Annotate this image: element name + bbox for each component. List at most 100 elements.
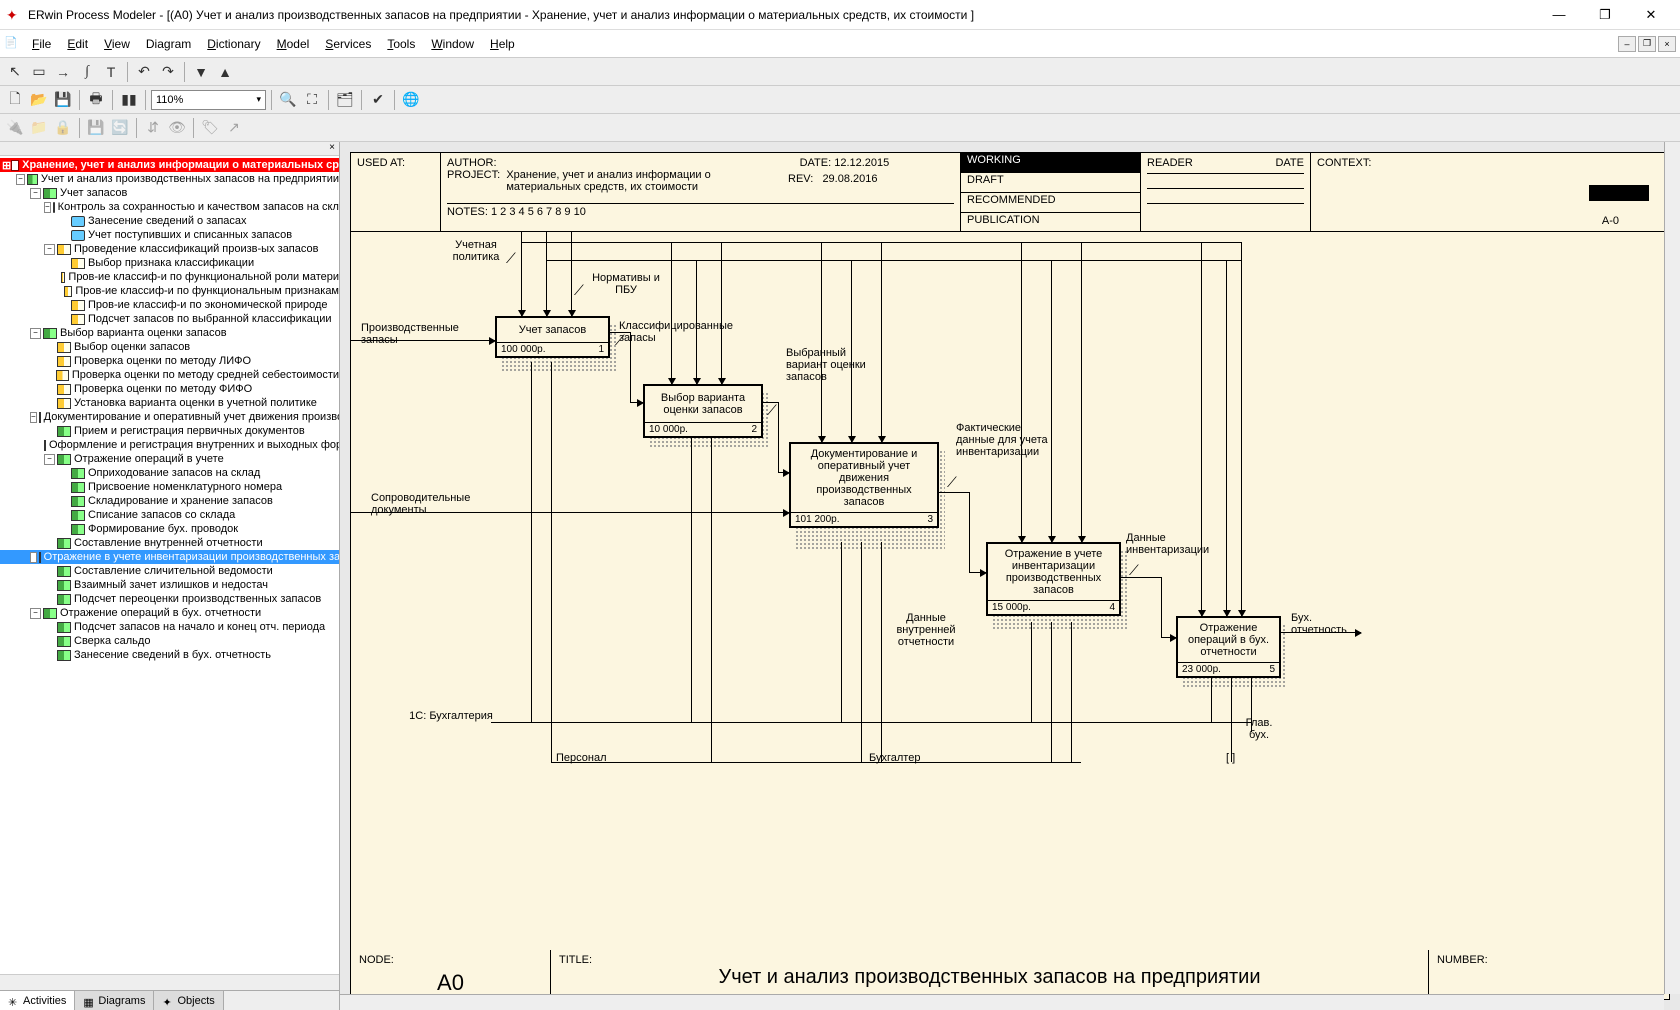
- tree-node[interactable]: −Контроль за сохранностью и качеством за…: [0, 200, 339, 214]
- menu-help[interactable]: Help: [482, 33, 523, 55]
- menu-edit[interactable]: Edit: [59, 33, 96, 55]
- arrow-tool[interactable]: →: [52, 61, 74, 83]
- zoom-combo[interactable]: 110%: [151, 90, 266, 110]
- idef-canvas-area[interactable]: Учетная политика Нормативы и ПБУ Произво…: [350, 232, 1670, 960]
- canvas-v-scrollbar[interactable]: [1664, 142, 1680, 994]
- mdi-minimize[interactable]: –: [1618, 36, 1636, 52]
- tree-node[interactable]: Присвоение номенклатурного номера: [0, 480, 339, 494]
- text-tool[interactable]: T: [100, 61, 122, 83]
- mdi-restore[interactable]: ❐: [1638, 36, 1656, 52]
- tree-node[interactable]: Подсчет переоценки производственных запа…: [0, 592, 339, 606]
- activity-tree[interactable]: ⊞Хранение, учет и анализ информации о ма…: [0, 156, 339, 974]
- spell-check-button[interactable]: ✔: [367, 89, 389, 111]
- menu-file[interactable]: File: [24, 33, 59, 55]
- tree-node[interactable]: Составление сличительной ведомости: [0, 564, 339, 578]
- tree-node[interactable]: Установка варианта оценки в учетной поли…: [0, 396, 339, 410]
- tree-node[interactable]: Прием и регистрация первичных документов: [0, 424, 339, 438]
- minimize-button[interactable]: —: [1536, 0, 1582, 30]
- tree-node[interactable]: Составление внутренней отчетности: [0, 536, 339, 550]
- model-explorer-button[interactable]: 🗂: [334, 89, 356, 111]
- mm-version[interactable]: 🏷: [199, 117, 221, 139]
- menu-window[interactable]: Window: [423, 33, 482, 55]
- tree-node[interactable]: Пров-ие классиф-и по функциональной роли…: [0, 270, 339, 284]
- tree-node[interactable]: Сверка сальдо: [0, 634, 339, 648]
- box-dokumentirovanie[interactable]: Документирование и оперативный учет движ…: [789, 442, 939, 528]
- label-glavbukh: Глав. бух.: [1239, 717, 1279, 741]
- maximize-button[interactable]: ❐: [1582, 0, 1628, 30]
- mm-connect[interactable]: 🔌: [4, 117, 26, 139]
- tree-node[interactable]: Проверка оценки по методу ЛИФО: [0, 354, 339, 368]
- tree-node[interactable]: Оприходование запасов на склад: [0, 466, 339, 480]
- tree-node[interactable]: −Отражение операций в учете: [0, 452, 339, 466]
- open-button[interactable]: 📂: [28, 89, 50, 111]
- tab-activities[interactable]: ✳Activities: [0, 991, 75, 1010]
- menu-tools[interactable]: Tools: [379, 33, 423, 55]
- mm-open[interactable]: 📁: [28, 117, 50, 139]
- zoom-in-button[interactable]: 🔍: [277, 89, 299, 111]
- mm-refresh[interactable]: 🔄: [109, 117, 131, 139]
- tab-diagrams[interactable]: ▦Diagrams: [75, 991, 154, 1010]
- tree-node[interactable]: Взаимный зачет излишков и недостач: [0, 578, 339, 592]
- tree-node[interactable]: Проверка оценки по методу средней себест…: [0, 368, 339, 382]
- tree-node[interactable]: Проверка оценки по методу ФИФО: [0, 382, 339, 396]
- box-otrazhenie-bukh[interactable]: Отражение операций в бух. отчетности 23 …: [1176, 616, 1281, 678]
- tree-node[interactable]: −Проведение классификаций произв-ых запа…: [0, 242, 339, 256]
- diagram-canvas[interactable]: USED AT: AUTHOR: DATE: 12.12.2015 PROJEC…: [340, 142, 1680, 1010]
- tree-node[interactable]: −Отражение операций в бух. отчетности: [0, 606, 339, 620]
- tree-node[interactable]: Занесение сведений в бух. отчетность: [0, 648, 339, 662]
- tree-node[interactable]: Складирование и хранение запасов: [0, 494, 339, 508]
- tree-node[interactable]: Пров-ие классиф-и по функциональным приз…: [0, 284, 339, 298]
- mm-submit[interactable]: ↗: [223, 117, 245, 139]
- tree-node[interactable]: Учет поступивших и списанных запасов: [0, 228, 339, 242]
- save-button[interactable]: 💾: [52, 89, 74, 111]
- tree-node[interactable]: Занесение сведений о запасах: [0, 214, 339, 228]
- tree-root[interactable]: ⊞Хранение, учет и анализ информации о ма…: [0, 158, 339, 172]
- menu-dictionary[interactable]: Dictionary: [199, 33, 268, 55]
- activity-box-tool[interactable]: ▭: [28, 61, 50, 83]
- squiggle-tool[interactable]: ∫: [76, 61, 98, 83]
- tree-close-button[interactable]: ×: [0, 142, 339, 156]
- menu-model[interactable]: Model: [269, 33, 318, 55]
- tree-node[interactable]: −Документирование и оперативный учет дви…: [0, 410, 339, 424]
- print-button[interactable]: 🖶: [85, 89, 107, 111]
- report-button[interactable]: ▮▮: [118, 89, 140, 111]
- label-proizv-zapasy: Производственные запасы: [361, 322, 481, 346]
- menu-diagram[interactable]: Diagram: [138, 33, 199, 55]
- box-uchet-zapasov[interactable]: Учет запасов 100 000р.1: [495, 316, 610, 358]
- tree-node[interactable]: Списание запасов со склада: [0, 508, 339, 522]
- tree-node[interactable]: Подсчет запасов по выбранной классификац…: [0, 312, 339, 326]
- box-otrazhenie-invent[interactable]: Отражение в учете инвентаризации произво…: [986, 542, 1121, 616]
- redo-button[interactable]: ↷: [157, 61, 179, 83]
- goto-parent-button[interactable]: ▲: [214, 61, 236, 83]
- tree-node[interactable]: −Выбор варианта оценки запасов: [0, 326, 339, 340]
- tree-h-scrollbar[interactable]: [0, 974, 339, 990]
- tree-node[interactable]: −Учет и анализ производственных запасов …: [0, 172, 339, 186]
- close-button[interactable]: ✕: [1628, 0, 1674, 30]
- new-button[interactable]: 🗋: [4, 89, 26, 111]
- undo-button[interactable]: ↶: [133, 61, 155, 83]
- label-dannye-invent: Данные инвентаризации: [1126, 532, 1236, 556]
- tree-node[interactable]: Подсчет запасов на начало и конец отч. п…: [0, 620, 339, 634]
- tree-node[interactable]: Формирование бух. проводок: [0, 522, 339, 536]
- goto-child-button[interactable]: ▼: [190, 61, 212, 83]
- mm-save[interactable]: 💾: [85, 117, 107, 139]
- mm-review[interactable]: 👁: [166, 117, 188, 139]
- tree-node[interactable]: Оформление и регистрация внутренних и вы…: [0, 438, 339, 452]
- menu-view[interactable]: View: [96, 33, 138, 55]
- tree-node[interactable]: Выбор оценки запасов: [0, 340, 339, 354]
- pointer-tool[interactable]: ↖: [4, 61, 26, 83]
- menu-services[interactable]: Services: [317, 33, 379, 55]
- tree-node[interactable]: Выбор признака классификации: [0, 256, 339, 270]
- canvas-h-scrollbar[interactable]: [340, 994, 1664, 1010]
- tree-node[interactable]: Пров-ие классиф-и по экономической приро…: [0, 298, 339, 312]
- mdi-close[interactable]: ×: [1658, 36, 1676, 52]
- tree-node[interactable]: −Учет запасов: [0, 186, 339, 200]
- mm-merge[interactable]: ⇵: [142, 117, 164, 139]
- tree-node-selected[interactable]: −Отражение в учете инвентаризации произв…: [0, 550, 339, 564]
- label-normativy: Нормативы и ПБУ: [581, 272, 671, 296]
- tab-objects[interactable]: ✦Objects: [154, 991, 223, 1010]
- globe-button[interactable]: 🌐: [400, 89, 422, 111]
- mm-lock[interactable]: 🔒: [52, 117, 74, 139]
- zoom-fit-button[interactable]: ⛶: [301, 89, 323, 111]
- box-vybor-varianta[interactable]: Выбор варианта оценки запасов 10 000р.2: [643, 384, 763, 438]
